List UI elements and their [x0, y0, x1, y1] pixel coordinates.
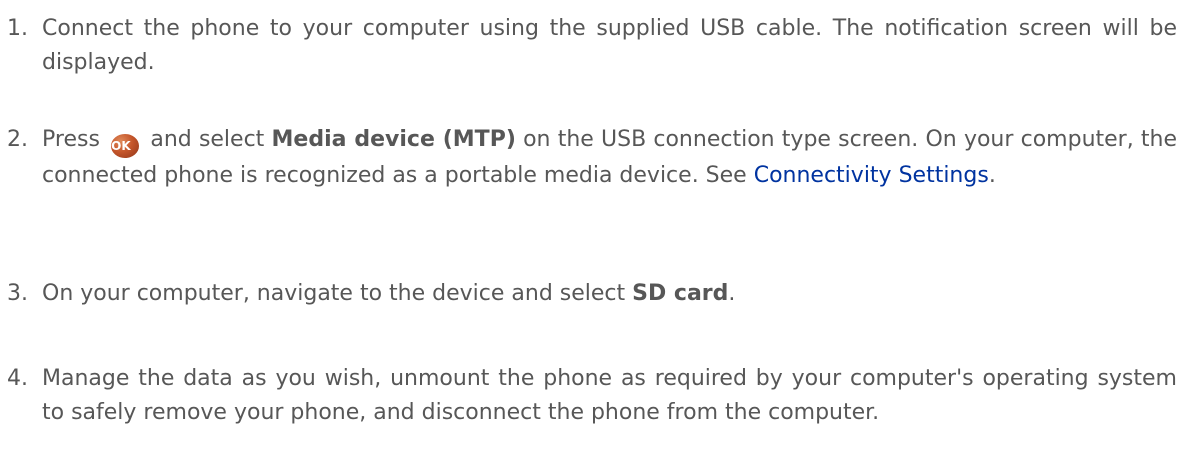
step-number: 4.	[7, 366, 28, 391]
option-media-device: Media device (MTP)	[271, 127, 516, 152]
step-number: 3.	[7, 281, 28, 306]
option-sd-card: SD card	[632, 281, 729, 306]
step-text-prefix: Press	[42, 127, 100, 152]
step-body: On your computer, navigate to the device…	[42, 277, 1177, 311]
step-number: 1.	[7, 16, 28, 41]
step-text-mid: and select	[150, 127, 265, 152]
step-number: 2.	[7, 127, 28, 152]
step-text-prefix: On your computer, navigate to the device…	[42, 281, 626, 306]
ok-button-icon: OK	[111, 134, 140, 158]
step-3: 3. On your computer, navigate to the dev…	[0, 277, 1199, 311]
step-text-end: .	[988, 163, 996, 188]
step-text: Manage the data as you wish, unmount the…	[42, 366, 1177, 425]
step-text: Connect the phone to your computer using…	[42, 16, 1177, 75]
connectivity-settings-link[interactable]: Connectivity Settings	[754, 163, 989, 188]
step-2: 2. Press OK and select Media device (MTP…	[0, 122, 1199, 194]
step-text-end: .	[728, 281, 736, 306]
step-1: 1. Connect the phone to your computer us…	[0, 12, 1199, 80]
step-4: 4. Manage the data as you wish, unmount …	[0, 362, 1199, 430]
step-body: Press OK and select Media device (MTP) o…	[42, 122, 1177, 194]
